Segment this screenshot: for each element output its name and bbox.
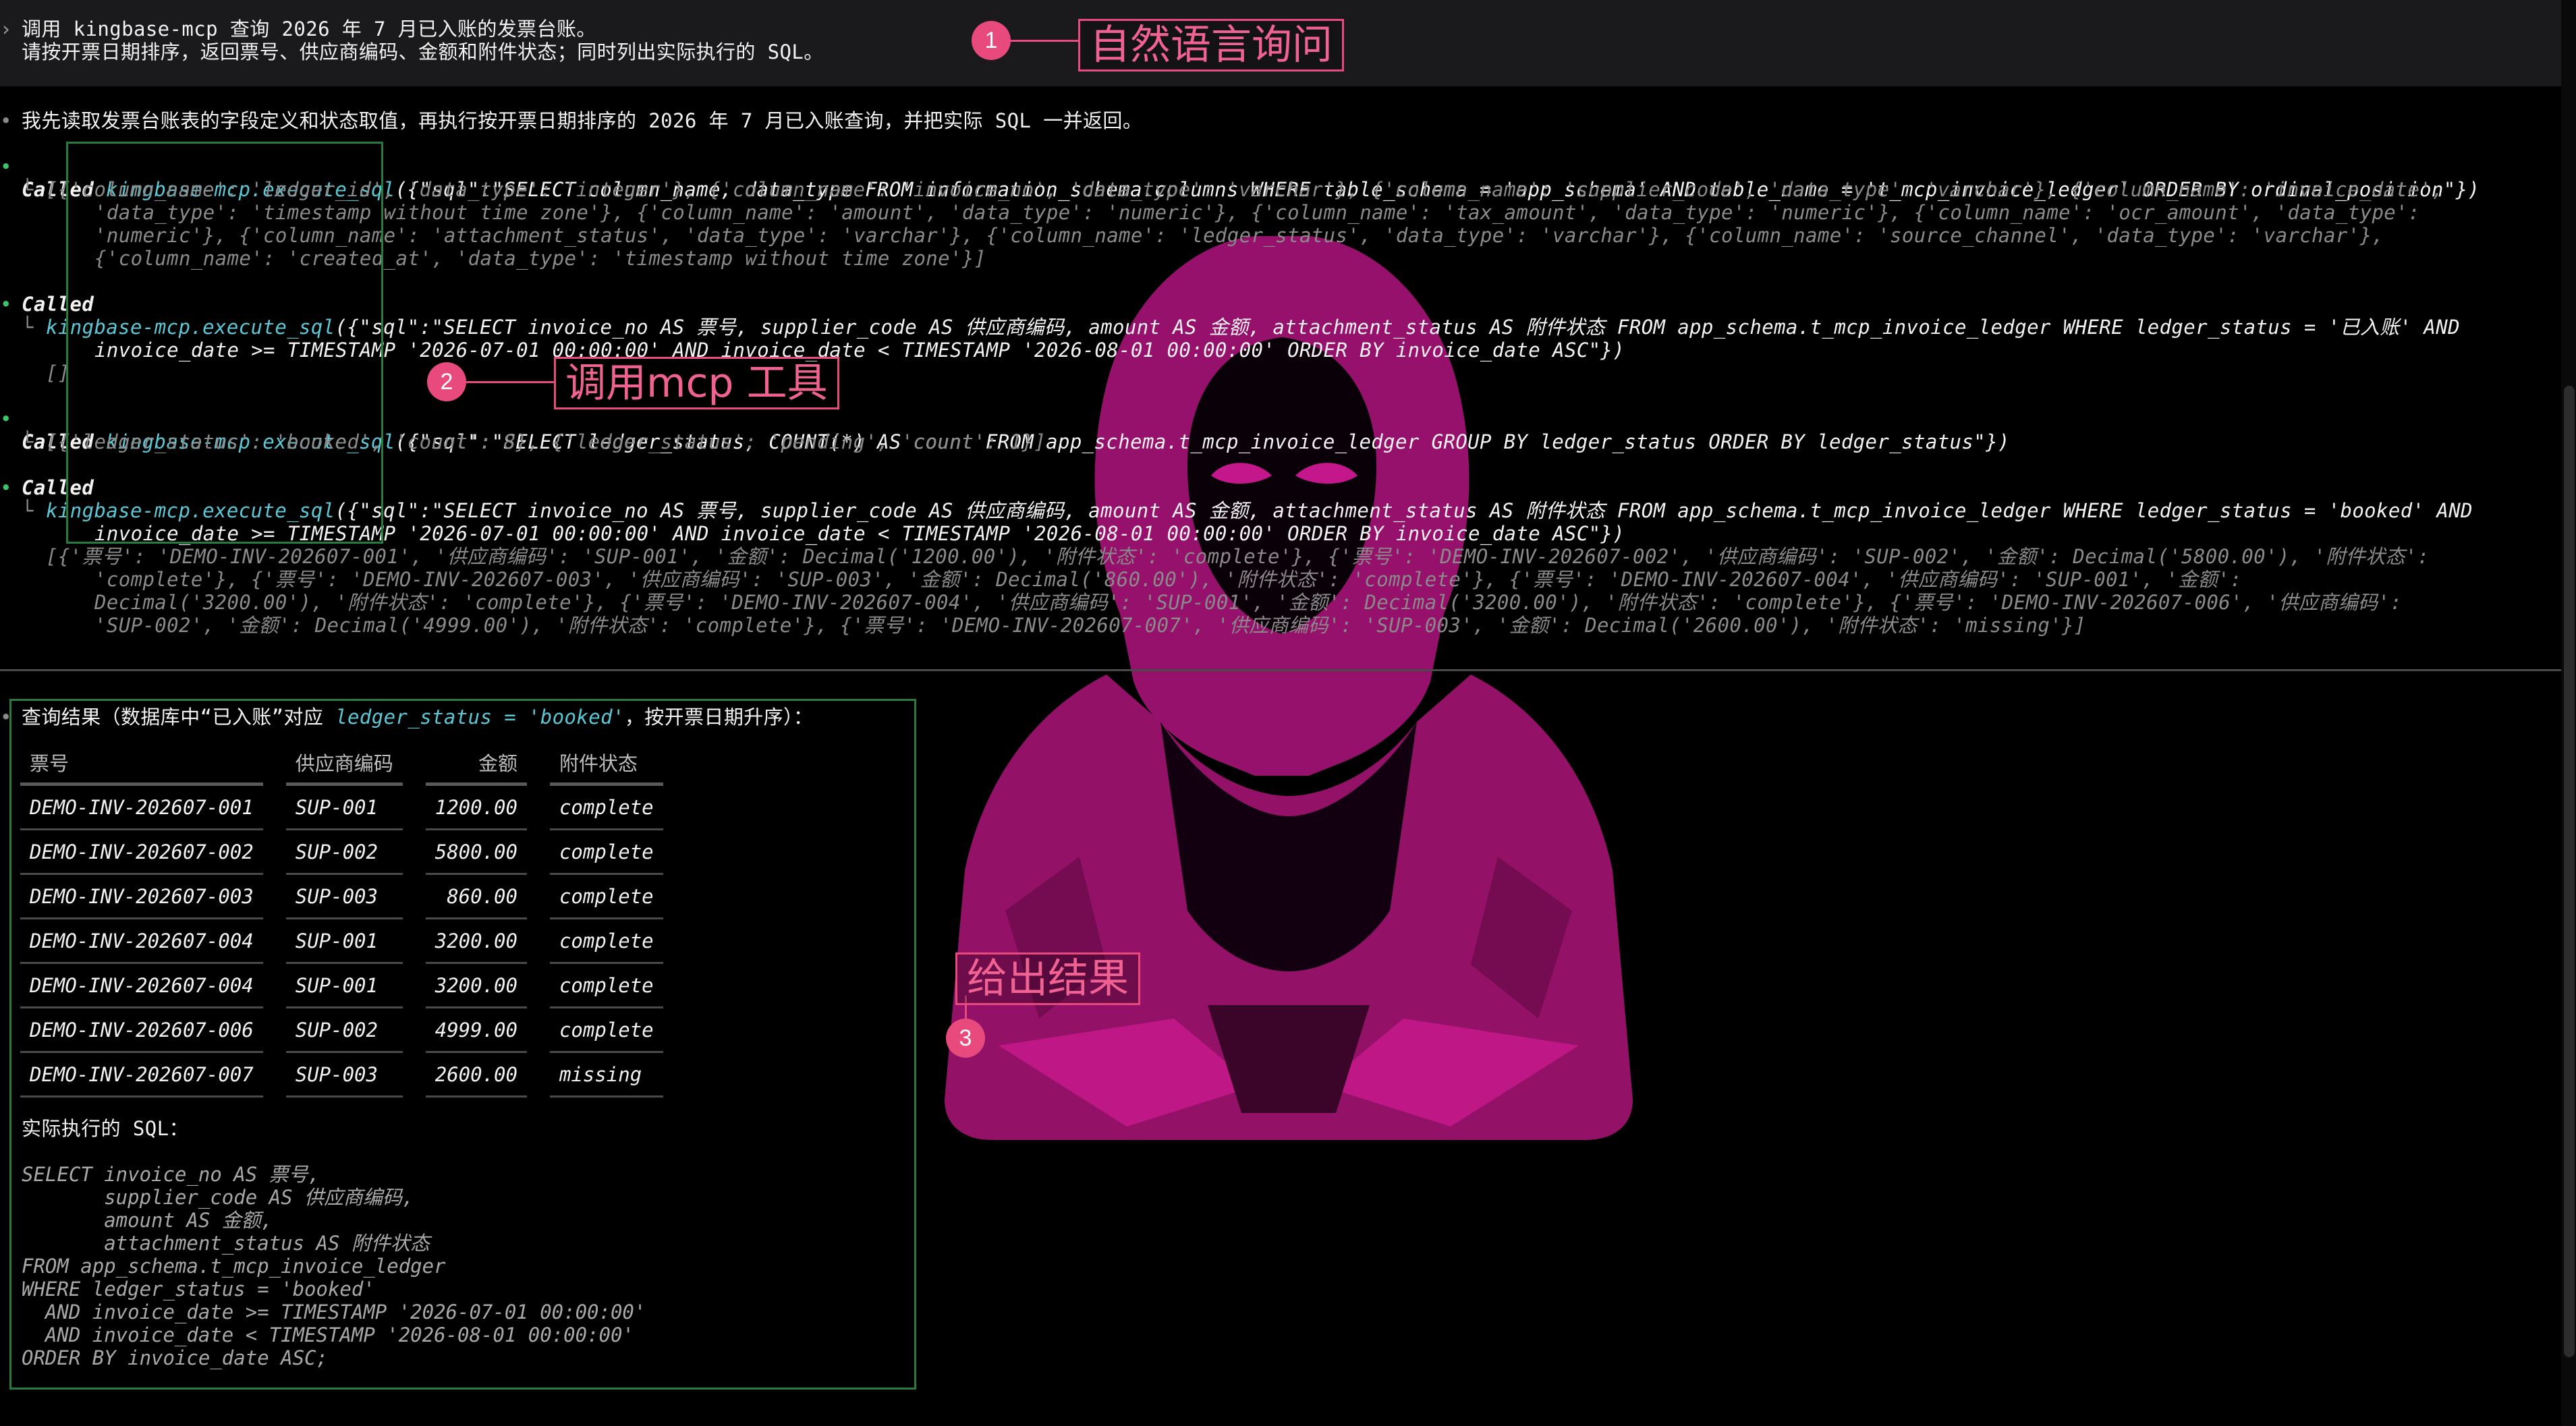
callout-label-3: 给出结果: [955, 952, 1140, 1005]
callout-marker-1: 1: [972, 21, 1011, 60]
prompt-line-2[interactable]: 请按开票日期排序，返回票号、供应商编码、金额和附件状态；同时列出实际执行的 SQ…: [22, 40, 824, 63]
call-bullet: •: [0, 155, 12, 178]
callout-marker-3: 3: [946, 1019, 985, 1058]
prompt-arrow: ›: [0, 18, 12, 40]
tool-result-line: Decimal('3200.00'), '附件状态': 'complete'},…: [94, 591, 2403, 614]
tree-connector: └: [22, 430, 34, 453]
call-bullet: •: [0, 407, 12, 430]
callout-marker-2: 2: [427, 362, 466, 401]
tool-result-line: 'numeric'}, {'column_name': 'attachment_…: [94, 224, 2384, 247]
tool-result-line: 'SUP-002', '金额': Decimal('4999.00'), '附件…: [94, 614, 2086, 637]
tool-call-4[interactable]: kingbase-mcp.execute_sql({"sql":"SELECT …: [46, 499, 2473, 522]
call-bullet: •: [0, 476, 12, 499]
tool-result-line: 'data_type': 'timestamp without time zon…: [94, 201, 2420, 224]
tool-result-line: [{'票号': 'DEMO-INV-202607-001', '供应商编码': …: [46, 545, 2430, 568]
tree-connector: └: [22, 178, 34, 201]
tool-call-2[interactable]: kingbase-mcp.execute_sql({"sql":"SELECT …: [46, 316, 2460, 339]
tool-args: ({"sql":"SELECT invoice_no AS 票号, suppli…: [335, 499, 2473, 522]
assistant-intro: 我先读取发票台账表的字段定义和状态取值，再执行按开票日期排序的 2026 年 7…: [22, 109, 1143, 132]
scrollbar-thumb[interactable]: [2564, 386, 2575, 1357]
callout-connector-1: [1011, 40, 1078, 42]
prompt-line-1[interactable]: 调用 kingbase-mcp 查询 2026 年 7 月已入账的发票台账。: [22, 18, 596, 40]
results-highlight-box: [9, 699, 916, 1390]
tool-args: ({"sql":"SELECT invoice_no AS 票号, suppli…: [335, 316, 2460, 339]
bullet: •: [0, 109, 12, 132]
call-bullet: •: [0, 293, 12, 316]
callout-connector-2: [466, 381, 554, 383]
tree-connector: └: [22, 316, 34, 339]
section-divider: [0, 669, 2576, 671]
tool-result-line: 'complete'}, {'票号': 'DEMO-INV-202607-003…: [94, 568, 2242, 591]
tool-result-line: [{'column_name': 'ledger_id', 'data_type…: [46, 178, 2444, 201]
callout-label-2: 调用mcp 工具: [554, 357, 839, 409]
tool-calls-highlight-box: [66, 142, 383, 544]
callout-label-1: 自然语言询问: [1078, 19, 1344, 72]
tree-connector: └: [22, 499, 34, 522]
